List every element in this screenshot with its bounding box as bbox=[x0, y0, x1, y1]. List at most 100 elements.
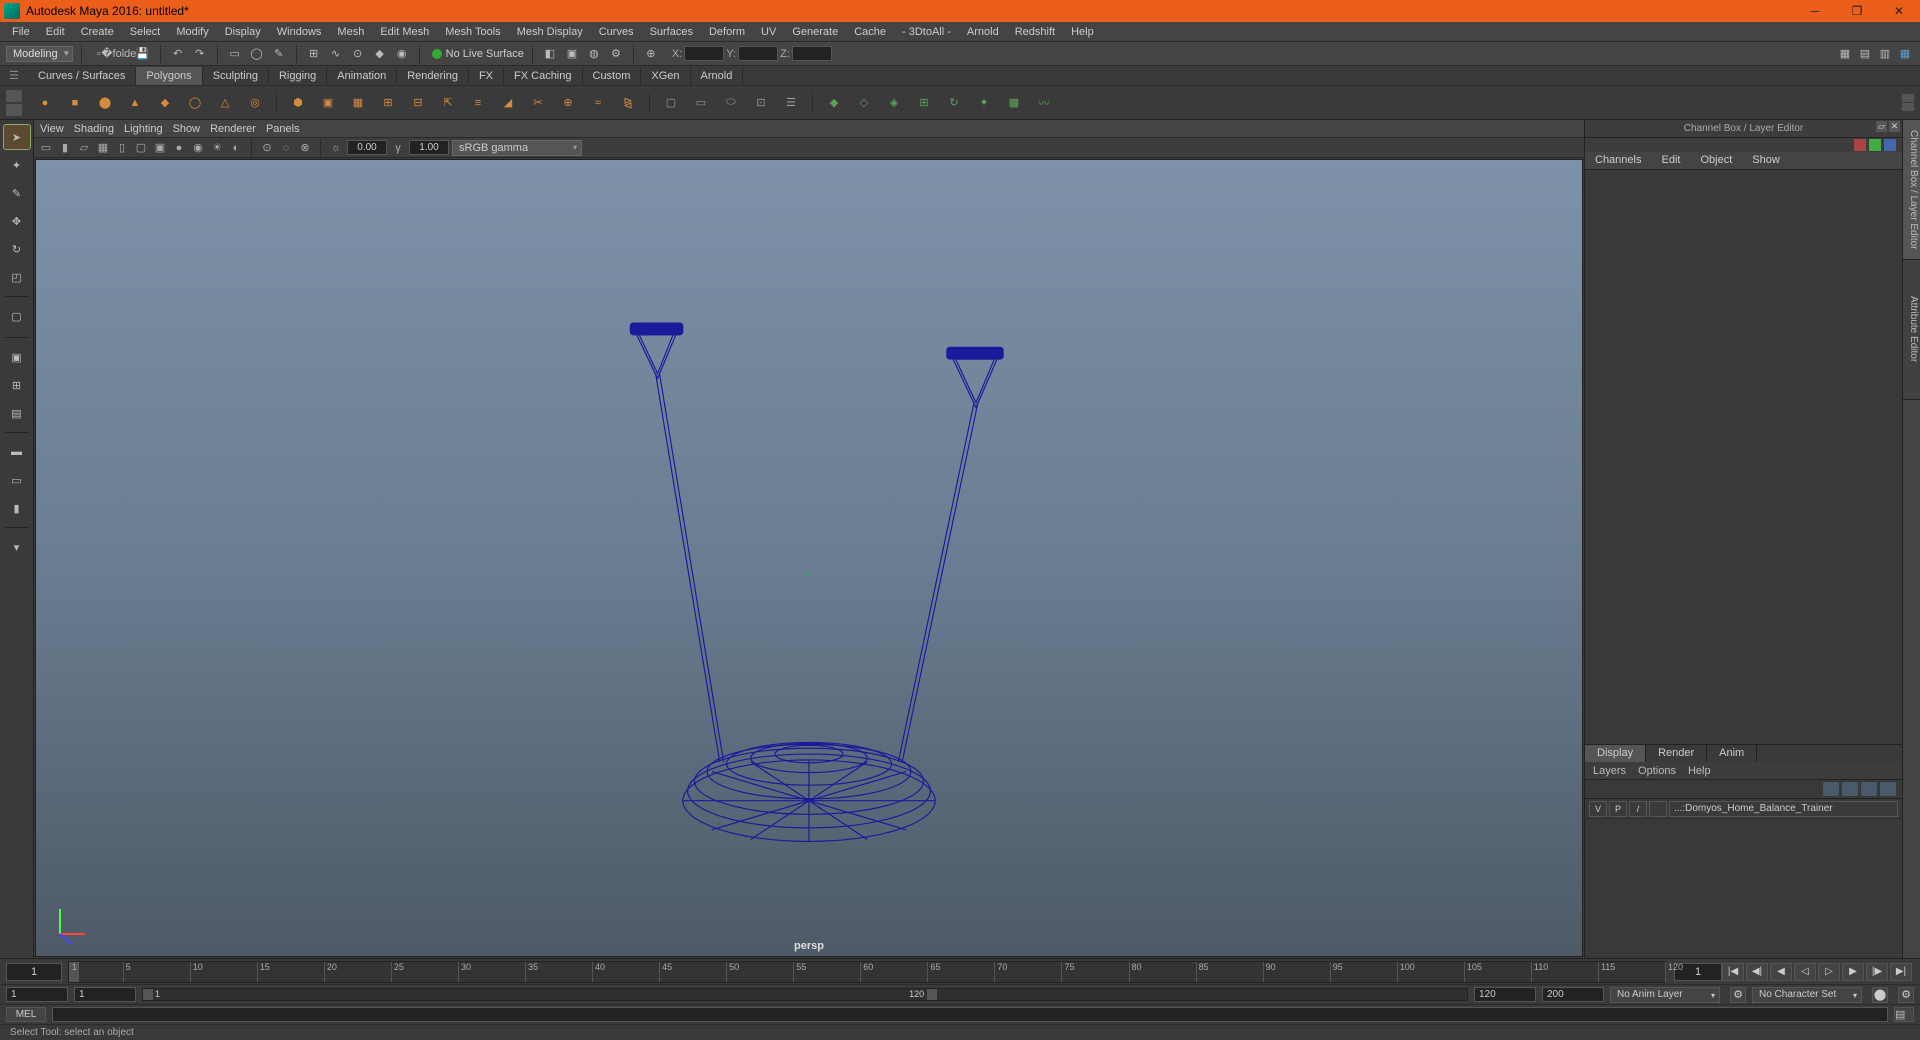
workspace-selector[interactable]: Modeling bbox=[6, 46, 73, 62]
xray-joints-icon[interactable]: ⊗ bbox=[297, 140, 313, 156]
menu-display[interactable]: Display bbox=[217, 24, 269, 40]
snap-point-icon[interactable]: ⊙ bbox=[349, 45, 367, 63]
live-surface-toggle[interactable]: No Live Surface bbox=[432, 48, 524, 60]
panel-close-icon[interactable]: ✕ bbox=[1889, 121, 1900, 132]
shelf-tab-custom[interactable]: Custom bbox=[583, 67, 642, 85]
channelbox-menu-object[interactable]: Object bbox=[1690, 152, 1742, 169]
range-thumb-left[interactable] bbox=[143, 989, 153, 1000]
autokey-icon[interactable]: ⬤ bbox=[1872, 987, 1888, 1003]
panel-menu-lighting[interactable]: Lighting bbox=[124, 123, 163, 135]
shelf-side-toggle[interactable] bbox=[6, 90, 24, 116]
poly-cone-icon[interactable]: ▲ bbox=[122, 90, 148, 116]
xray-icon[interactable]: ◌ bbox=[278, 140, 294, 156]
menu--3dtoall-[interactable]: - 3DtoAll - bbox=[894, 24, 959, 40]
shelf-menu-icon[interactable]: ☰ bbox=[6, 66, 22, 86]
layer-add-icon[interactable] bbox=[1880, 782, 1896, 796]
remesh-icon[interactable]: ▩ bbox=[1001, 90, 1027, 116]
prefs-icon[interactable]: ⚙ bbox=[1898, 987, 1914, 1003]
gamma-value[interactable]: 1.00 bbox=[409, 140, 449, 155]
layer-color-swatch[interactable] bbox=[1649, 801, 1667, 817]
shelf-tab-fx[interactable]: FX bbox=[469, 67, 504, 85]
range-end-outer[interactable]: 200 bbox=[1542, 987, 1604, 1002]
poly-cube-icon[interactable]: ■ bbox=[62, 90, 88, 116]
layer-vis-toggle[interactable]: V bbox=[1589, 801, 1607, 817]
auto-uv-icon[interactable]: ⊡ bbox=[748, 90, 774, 116]
crease-icon[interactable]: ↻ bbox=[941, 90, 967, 116]
side-tab-attribute-editor[interactable]: Attribute Editor bbox=[1903, 260, 1920, 400]
cb-mode2-icon[interactable] bbox=[1869, 139, 1881, 151]
shadows-icon[interactable]: ◐ bbox=[228, 140, 244, 156]
textured-icon[interactable]: ◉ bbox=[190, 140, 206, 156]
panel-menu-view[interactable]: View bbox=[40, 123, 64, 135]
snap-curve-icon[interactable]: ∿ bbox=[327, 45, 345, 63]
shelf-tab-polygons[interactable]: Polygons bbox=[136, 67, 202, 85]
quad-draw-icon[interactable]: ⊞ bbox=[911, 90, 937, 116]
script-lang-toggle[interactable]: MEL bbox=[6, 1007, 46, 1022]
menu-help[interactable]: Help bbox=[1063, 24, 1102, 40]
single-view-icon[interactable]: ▣ bbox=[3, 344, 31, 370]
snap-plane-icon[interactable]: ◆ bbox=[371, 45, 389, 63]
select-camera-icon[interactable]: ▭ bbox=[38, 140, 54, 156]
menu-mesh[interactable]: Mesh bbox=[329, 24, 372, 40]
extrude-icon[interactable]: ⇱ bbox=[435, 90, 461, 116]
select-mode-icon[interactable]: ▭ bbox=[226, 45, 244, 63]
menu-create[interactable]: Create bbox=[73, 24, 122, 40]
bookmark-icon[interactable]: ▮ bbox=[57, 140, 73, 156]
time-ruler[interactable]: 5101520253035404550556065707580859095100… bbox=[68, 961, 1666, 983]
shelf-tab-animation[interactable]: Animation bbox=[327, 67, 397, 85]
poly-pipe-icon[interactable]: ◎ bbox=[242, 90, 268, 116]
channelbox-toggle-icon[interactable]: ▦ bbox=[1896, 45, 1914, 63]
poly-platonics-icon[interactable]: ⬢ bbox=[285, 90, 311, 116]
layer-new-icon[interactable] bbox=[1823, 782, 1839, 796]
bool-union-icon[interactable]: ◆ bbox=[821, 90, 847, 116]
smooth-icon[interactable]: ≈ bbox=[585, 90, 611, 116]
ipr-icon[interactable]: ◍ bbox=[585, 45, 603, 63]
shelf-tab-fx-caching[interactable]: FX Caching bbox=[504, 67, 582, 85]
combine-icon[interactable]: ⊞ bbox=[375, 90, 401, 116]
channelbox-menu-show[interactable]: Show bbox=[1742, 152, 1790, 169]
paint-select-tool[interactable]: ✎ bbox=[3, 180, 31, 206]
shelf-tab-rigging[interactable]: Rigging bbox=[269, 67, 327, 85]
menu-file[interactable]: File bbox=[4, 24, 38, 40]
range-start-inner[interactable]: 1 bbox=[74, 987, 136, 1002]
lasso-icon[interactable]: ◯ bbox=[248, 45, 266, 63]
layout1-icon[interactable]: ▬ bbox=[3, 439, 31, 465]
shaded-icon[interactable]: ● bbox=[171, 140, 187, 156]
step-fwd-icon[interactable]: ▶ bbox=[1842, 963, 1864, 981]
channelbox-menu-channels[interactable]: Channels bbox=[1585, 152, 1651, 169]
undo-icon[interactable]: ↶ bbox=[169, 45, 187, 63]
bool-inter-icon[interactable]: ◈ bbox=[881, 90, 907, 116]
cb-mode1-icon[interactable] bbox=[1854, 139, 1866, 151]
uvedit-icon[interactable]: ▢ bbox=[658, 90, 684, 116]
rotate-tool[interactable]: ↻ bbox=[3, 236, 31, 262]
poly-svg-icon[interactable]: ▦ bbox=[345, 90, 371, 116]
menu-cache[interactable]: Cache bbox=[846, 24, 894, 40]
poly-pyramid-icon[interactable]: △ bbox=[212, 90, 238, 116]
planar-icon[interactable]: ▭ bbox=[688, 90, 714, 116]
redo-icon[interactable]: ↷ bbox=[191, 45, 209, 63]
last-tool[interactable]: ▢ bbox=[3, 303, 31, 329]
exposure-value[interactable]: 0.00 bbox=[347, 140, 387, 155]
menu-edit-mesh[interactable]: Edit Mesh bbox=[372, 24, 437, 40]
layer-menu-help[interactable]: Help bbox=[1688, 765, 1711, 777]
layer-tab-display[interactable]: Display bbox=[1585, 745, 1646, 762]
command-input[interactable] bbox=[52, 1007, 1888, 1022]
gamma-icon[interactable]: γ bbox=[390, 140, 406, 156]
render-icon[interactable]: ▣ bbox=[563, 45, 581, 63]
gate-mask-icon[interactable]: ▢ bbox=[133, 140, 149, 156]
render-settings-icon[interactable]: ⚙ bbox=[607, 45, 625, 63]
channel-box-area[interactable] bbox=[1585, 170, 1902, 744]
menu-curves[interactable]: Curves bbox=[591, 24, 642, 40]
menu-redshift[interactable]: Redshift bbox=[1007, 24, 1063, 40]
modeling-toolkit-icon[interactable]: ▦ bbox=[1836, 45, 1854, 63]
film-gate-icon[interactable]: ▯ bbox=[114, 140, 130, 156]
poly-cylinder-icon[interactable]: ⬤ bbox=[92, 90, 118, 116]
poly-sphere-icon[interactable]: ● bbox=[32, 90, 58, 116]
shelf-tab-xgen[interactable]: XGen bbox=[641, 67, 690, 85]
range-start-outer[interactable]: 1 bbox=[6, 987, 68, 1002]
isolate-icon[interactable]: ⊙ bbox=[259, 140, 275, 156]
viewport-3d[interactable]: + persp bbox=[35, 159, 1583, 957]
shelf-tab-curves-surfaces[interactable]: Curves / Surfaces bbox=[28, 67, 136, 85]
shelf-scroll-icon[interactable] bbox=[1902, 94, 1914, 111]
panel-undock-icon[interactable]: ▱ bbox=[1876, 121, 1887, 132]
